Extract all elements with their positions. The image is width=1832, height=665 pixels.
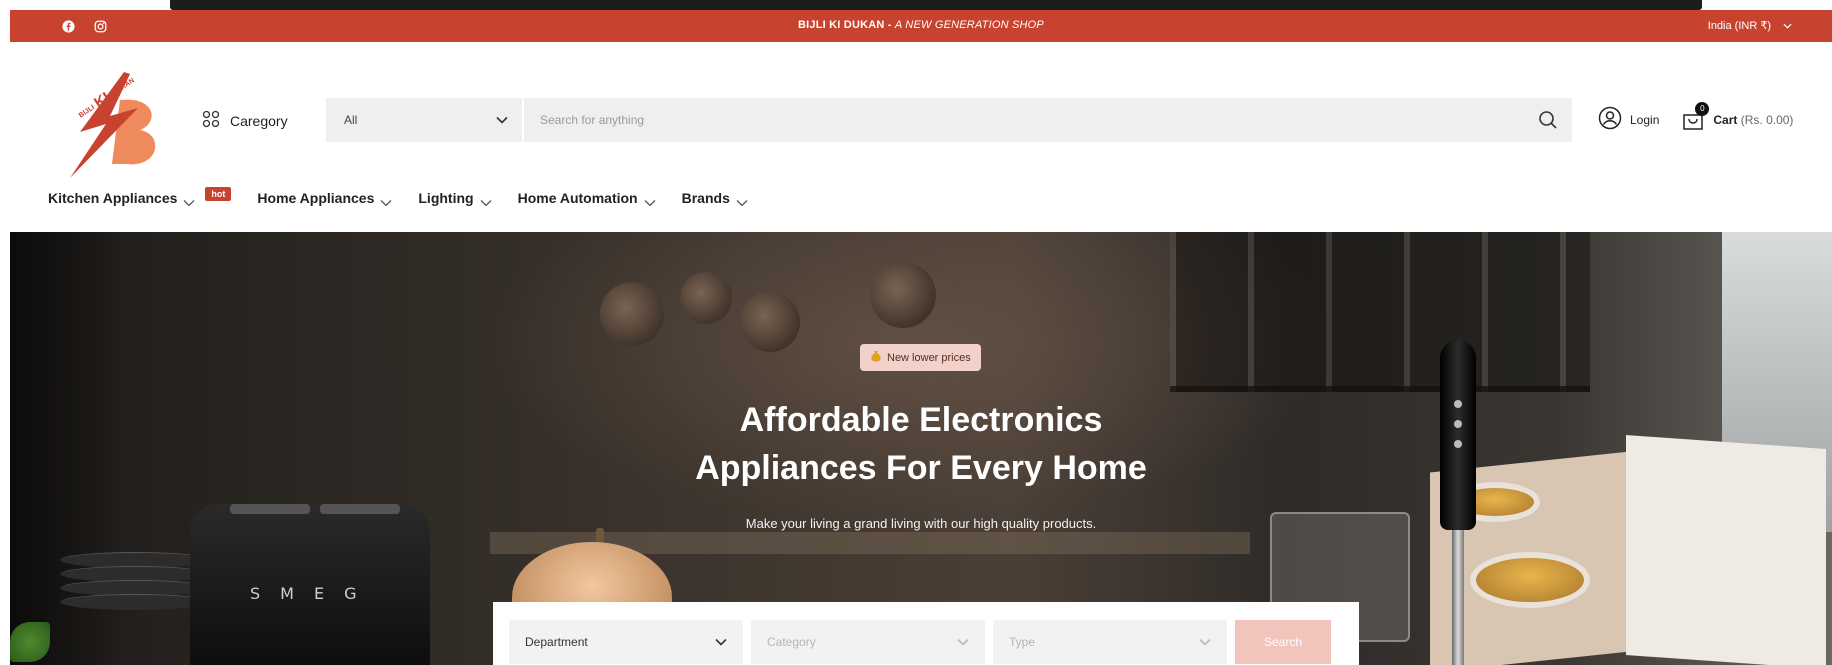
filter-search-button[interactable]: Search — [1235, 620, 1331, 664]
money-bag-icon — [870, 350, 882, 365]
search-scope-value: All — [344, 113, 358, 127]
hand-blender-image — [1440, 340, 1476, 665]
hero-subtitle: Make your living a grand living with our… — [745, 516, 1097, 531]
hero-title: Affordable Electronics Appliances For Ev… — [10, 396, 1832, 492]
category-label: Caregory — [230, 112, 288, 129]
page: BIJLI KI DUKAN - A NEW GENERATION SHOP I… — [0, 0, 1832, 665]
locale-label: India (INR ₹) — [1707, 20, 1771, 32]
announcement-text: BIJLI KI DUKAN - A NEW GENERATION SHOP — [10, 19, 1832, 31]
hero-title-line-2: Appliances For Every Home — [695, 449, 1147, 487]
nav-item-home-appliances[interactable]: Home Appliances — [257, 190, 392, 207]
cart-label: Cart — [1713, 112, 1738, 127]
announcement-brand: BIJLI KI DUKAN — [798, 19, 885, 31]
new-prices-badge: New lower prices — [860, 344, 981, 371]
announcement-bar: BIJLI KI DUKAN - A NEW GENERATION SHOP I… — [10, 10, 1832, 42]
leaf-image — [10, 622, 50, 662]
announcement-tagline: A NEW GENERATION SHOP — [894, 19, 1044, 31]
hot-badge: hot — [205, 187, 232, 201]
cart-icon: 0 — [1681, 101, 1710, 132]
cart-count-badge: 0 — [1695, 101, 1710, 116]
badge-text: New lower prices — [887, 351, 971, 364]
cart-price: (Rs. 0.00) — [1740, 112, 1794, 127]
plates-image — [60, 552, 210, 622]
site-header: BIJLI KI DUKAN Caregory All Search for a… — [10, 42, 1832, 232]
search-scope-select[interactable]: All — [326, 98, 524, 142]
announcement-separator: - — [884, 19, 895, 31]
hanging-pans — [590, 262, 970, 352]
category-select[interactable]: Category — [751, 620, 985, 664]
product-filter-bar: Department Category Type Search — [493, 602, 1359, 665]
user-actions: Login 0 Cart (Rs. 0.00) — [1598, 101, 1794, 133]
chevron-down-icon — [644, 194, 656, 207]
type-select-label: Type — [1009, 635, 1036, 649]
category-select-label: Category — [767, 635, 816, 649]
nav-item-label: Home Appliances — [257, 190, 375, 206]
main-nav: Kitchen Appliances hot Home Appliances L… — [48, 187, 774, 207]
search-icon[interactable] — [1538, 110, 1558, 130]
grid-icon — [202, 110, 220, 131]
search-bar: All — [326, 98, 1572, 142]
logo[interactable]: BIJLI KI DUKAN — [60, 60, 172, 180]
department-select[interactable]: Department — [509, 620, 743, 664]
user-icon — [1598, 106, 1622, 133]
nav-item-kitchen-appliances[interactable]: Kitchen Appliances hot — [48, 187, 232, 207]
chevron-down-icon — [380, 194, 392, 207]
chevron-down-icon — [715, 635, 727, 649]
chevron-down-icon — [736, 194, 748, 207]
cart-link[interactable]: 0 Cart (Rs. 0.00) — [1681, 101, 1794, 132]
chevron-down-icon — [496, 113, 508, 127]
chevron-down-icon — [957, 635, 969, 649]
browser-frame-top — [0, 0, 1832, 10]
toaster-brand: SMEG — [250, 584, 377, 603]
type-select[interactable]: Type — [993, 620, 1227, 664]
search-input[interactable] — [524, 98, 1572, 142]
nav-item-brands[interactable]: Brands — [681, 190, 748, 207]
locale-selector[interactable]: India (INR ₹) — [1708, 19, 1792, 32]
nav-item-label: Lighting — [418, 190, 474, 206]
nav-item-label: Home Automation — [517, 190, 638, 206]
login-label: Login — [1630, 112, 1660, 127]
department-label: Department — [525, 635, 588, 649]
login-link[interactable]: Login — [1598, 106, 1659, 133]
chevron-down-icon — [1199, 635, 1211, 649]
hero-banner: SMEG New lower prices Affordable Electro — [10, 232, 1832, 665]
chevron-down-icon — [480, 194, 492, 207]
nav-item-label: Kitchen Appliances — [48, 190, 178, 206]
chevron-down-icon — [183, 194, 195, 207]
nav-item-label: Brands — [681, 190, 730, 206]
category-button[interactable]: Caregory — [202, 110, 288, 131]
background-shelf — [1170, 232, 1590, 392]
chevron-down-icon — [1783, 20, 1792, 32]
nav-item-home-automation[interactable]: Home Automation — [517, 190, 656, 207]
nav-item-lighting[interactable]: Lighting — [418, 190, 492, 207]
hero-title-line-1: Affordable Electronics — [739, 401, 1103, 439]
